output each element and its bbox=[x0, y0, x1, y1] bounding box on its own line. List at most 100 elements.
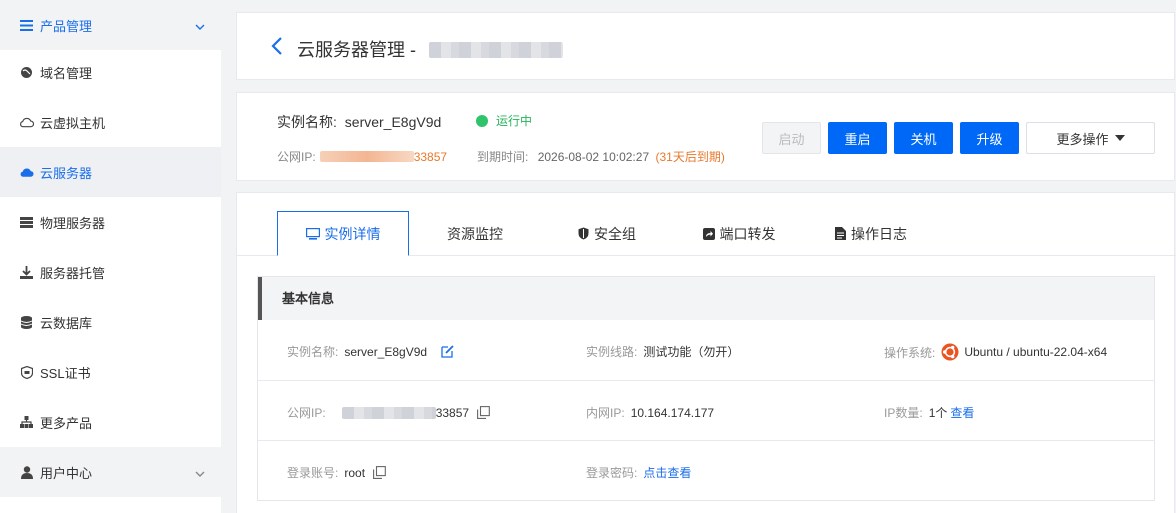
sidebar-item-domain[interactable]: 域名管理 bbox=[0, 47, 221, 97]
more-actions-label: 更多操作 bbox=[1056, 131, 1109, 147]
sidebar-item-label: 域名管理 bbox=[40, 65, 93, 81]
sidebar-item-physical-server[interactable]: 物理服务器 bbox=[0, 197, 221, 247]
sidebar-item-label: 更多产品 bbox=[40, 415, 93, 431]
info-public-ip: 公网IP: 33857 bbox=[287, 404, 490, 421]
sidebar-item-label: 服务器托管 bbox=[40, 265, 106, 281]
document-icon bbox=[835, 227, 846, 240]
page-title: 云服务器管理 - bbox=[297, 36, 564, 62]
certificate-icon bbox=[19, 365, 34, 380]
status-badge: 运行中 bbox=[476, 112, 532, 129]
sidebar-item-ssl[interactable]: SSL证书 bbox=[0, 347, 221, 397]
status-dot-icon bbox=[476, 114, 488, 127]
expire-label: 到期时间: bbox=[477, 150, 529, 164]
redacted-ip bbox=[319, 151, 414, 162]
row-divider bbox=[258, 380, 1154, 381]
info-value: server_E8gV9d bbox=[344, 344, 428, 359]
title-card: 云服务器管理 - bbox=[236, 12, 1175, 80]
info-account: 登录账号: root bbox=[287, 464, 386, 481]
info-value: 测试功能（勿开） bbox=[643, 345, 740, 359]
chevron-down-icon bbox=[195, 465, 205, 480]
edit-icon[interactable] bbox=[441, 345, 454, 358]
tab-resource-monitor[interactable]: 资源监控 bbox=[409, 211, 541, 256]
copy-icon[interactable] bbox=[477, 406, 490, 419]
sidebar-item-virtual-host[interactable]: 云虚拟主机 bbox=[0, 97, 221, 147]
tab-label: 实例详情 bbox=[324, 225, 381, 242]
sidebar-item-more-products[interactable]: 更多产品 bbox=[0, 397, 221, 447]
info-os: 操作系统: Ubuntu / ubuntu-22.04-x64 bbox=[884, 343, 1107, 361]
public-ip-suffix: 33857 bbox=[413, 149, 448, 164]
redacted-ip bbox=[341, 406, 436, 419]
public-ip: 公网IP: 33857 bbox=[277, 148, 447, 165]
sidebar-item-label: SSL证书 bbox=[40, 365, 91, 381]
tab-operation-log[interactable]: 操作日志 bbox=[805, 211, 937, 256]
info-instance-name: 实例名称: server_E8gV9d bbox=[287, 343, 454, 360]
info-label: 实例线路: bbox=[586, 345, 638, 359]
shutdown-button[interactable]: 关机 bbox=[894, 122, 953, 154]
back-arrow-icon[interactable] bbox=[269, 35, 287, 57]
sidebar-group-label: 产品管理 bbox=[40, 18, 93, 34]
sidebar-item-label: 物理服务器 bbox=[40, 215, 106, 231]
ubuntu-icon bbox=[941, 343, 959, 361]
more-actions-dropdown[interactable]: 更多操作 bbox=[1026, 122, 1155, 154]
sidebar-item-cloud-server[interactable]: 云服务器 bbox=[0, 147, 221, 197]
info-value: 33857 bbox=[435, 405, 470, 420]
info-value: 1个 bbox=[928, 406, 948, 420]
globe-icon bbox=[19, 65, 34, 80]
sidebar-group-label: 用户中心 bbox=[40, 465, 93, 481]
tab-port-forward[interactable]: 端口转发 bbox=[673, 211, 805, 256]
info-label: 内网IP: bbox=[586, 406, 625, 420]
upgrade-button[interactable]: 升级 bbox=[960, 122, 1019, 154]
tab-label: 资源监控 bbox=[447, 225, 503, 242]
info-label: 实例名称: bbox=[287, 345, 339, 359]
tab-label: 安全组 bbox=[594, 225, 636, 242]
sidebar-item-hosting[interactable]: 服务器托管 bbox=[0, 247, 221, 297]
redacted-server-name bbox=[429, 42, 564, 58]
user-icon bbox=[19, 465, 34, 480]
info-password: 登录密码: 点击查看 bbox=[586, 464, 691, 481]
start-button[interactable]: 启动 bbox=[762, 122, 821, 154]
cloud-icon bbox=[19, 165, 34, 180]
info-value: root bbox=[344, 465, 366, 480]
tab-label: 操作日志 bbox=[851, 225, 907, 242]
info-label: 公网IP: bbox=[287, 406, 326, 420]
instance-name-value: server_E8gV9d bbox=[344, 114, 442, 130]
sidebar-group-user[interactable]: 用户中心 bbox=[0, 447, 221, 497]
view-ips-link[interactable]: 查看 bbox=[950, 404, 974, 421]
restart-button[interactable]: 重启 bbox=[828, 122, 887, 154]
download-tray-icon bbox=[19, 265, 34, 280]
info-value: Ubuntu / ubuntu-22.04-x64 bbox=[964, 345, 1108, 359]
info-line: 实例线路: 测试功能（勿开） bbox=[586, 343, 739, 360]
instance-name: 实例名称: server_E8gV9d bbox=[277, 112, 441, 132]
expire-value: 2026-08-02 10:02:27 bbox=[537, 150, 650, 164]
server-rack-icon bbox=[19, 215, 34, 230]
sidebar-group-product[interactable]: 产品管理 bbox=[0, 0, 221, 50]
shield-icon bbox=[578, 227, 589, 240]
info-label: 登录密码: bbox=[586, 466, 638, 480]
sidebar-item-label: 云服务器 bbox=[40, 165, 93, 181]
info-private-ip: 内网IP: 10.164.174.177 bbox=[586, 404, 714, 421]
basic-info-panel: 基本信息 实例名称: server_E8gV9d 实例线路: 测试功能（勿开） … bbox=[257, 276, 1155, 501]
instance-name-label: 实例名称: bbox=[277, 114, 337, 130]
status-text: 运行中 bbox=[496, 114, 533, 128]
sidebar-item-label: 云虚拟主机 bbox=[40, 115, 106, 131]
info-label: 操作系统: bbox=[884, 345, 936, 360]
tab-instance-detail[interactable]: 实例详情 bbox=[277, 211, 409, 256]
sidebar-item-label: 云数据库 bbox=[40, 315, 93, 331]
sidebar: 产品管理 域名管理 云虚拟主机 云服务器 物理服务器 服务器托管 云数据库 SS… bbox=[0, 0, 221, 513]
row-divider bbox=[258, 440, 1154, 441]
sidebar-item-database[interactable]: 云数据库 bbox=[0, 297, 221, 347]
sitemap-icon bbox=[19, 415, 34, 430]
chevron-down-icon bbox=[195, 18, 205, 33]
copy-icon[interactable] bbox=[373, 466, 386, 479]
expire-note: (31天后到期) bbox=[655, 150, 725, 164]
public-ip-label: 公网IP: bbox=[277, 150, 316, 164]
tab-security-group[interactable]: 安全组 bbox=[541, 211, 673, 256]
caret-down-icon bbox=[1114, 135, 1125, 141]
cloud-outline-icon bbox=[19, 115, 34, 130]
info-label: 登录账号: bbox=[287, 466, 339, 480]
database-icon bbox=[19, 315, 34, 330]
detail-card: 实例详情 资源监控 安全组 端口转发 操作日志 基本信息 实例名称: serve… bbox=[236, 192, 1176, 513]
monitor-icon bbox=[305, 227, 320, 240]
panel-title: 基本信息 bbox=[258, 277, 1154, 320]
view-password-link[interactable]: 点击查看 bbox=[643, 464, 691, 481]
